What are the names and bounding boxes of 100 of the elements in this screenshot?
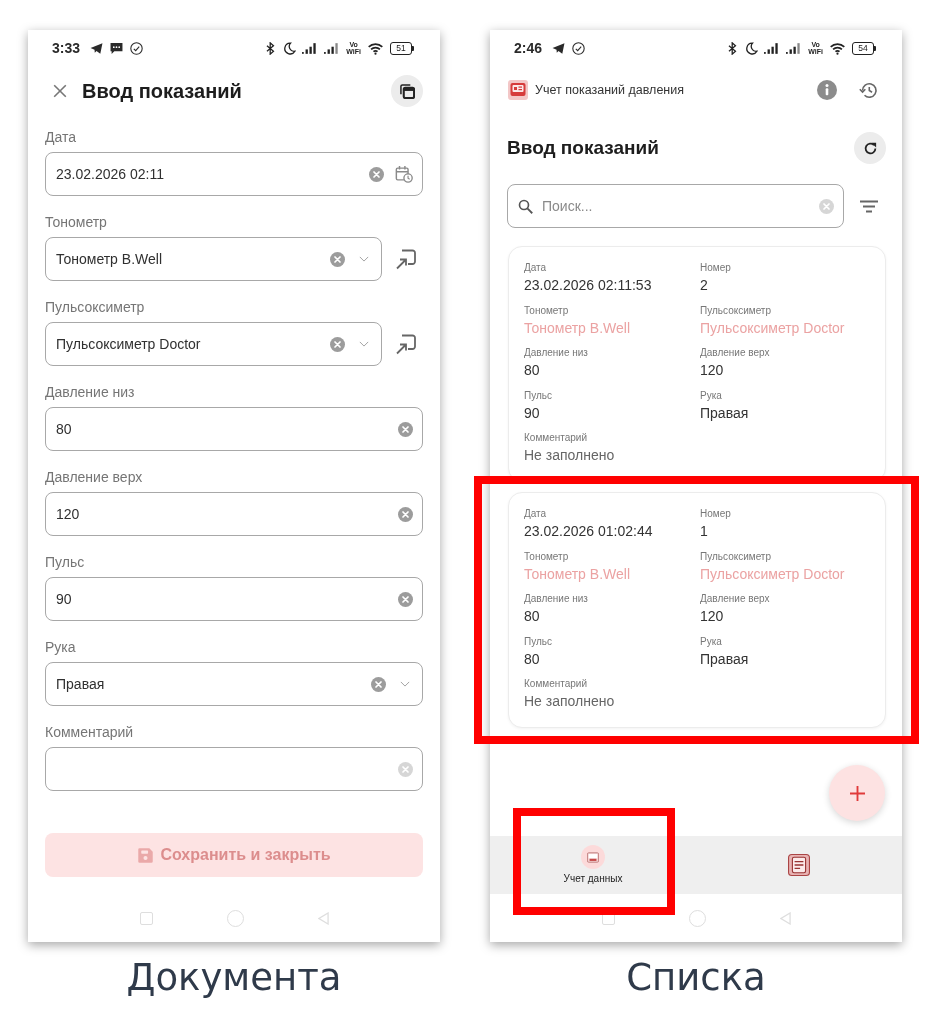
field-label: Рука bbox=[45, 638, 76, 657]
clear-icon[interactable] bbox=[371, 676, 386, 692]
signal-icon bbox=[786, 42, 803, 54]
field-label: Тонометр bbox=[45, 213, 107, 232]
moon-icon bbox=[283, 41, 297, 55]
field-label: Пульсоксиметр bbox=[45, 298, 145, 317]
check-circle-icon bbox=[572, 41, 586, 55]
card-field-value: 23.02.2026 01:02:44 bbox=[524, 522, 653, 541]
card-field-label: Пульсоксиметр bbox=[700, 549, 771, 563]
arrow-box-icon bbox=[394, 332, 418, 356]
card-field-value: Пульсоксиметр Doctor bbox=[700, 564, 845, 584]
clear-icon[interactable] bbox=[369, 166, 384, 182]
document-icon bbox=[787, 853, 811, 877]
card-field-value: 80 bbox=[524, 649, 540, 669]
arrow-box-icon bbox=[394, 247, 418, 271]
field-label: Давление верх bbox=[45, 468, 143, 487]
field-label: Комментарий bbox=[45, 723, 134, 742]
card-field-value: Не заполнено bbox=[524, 446, 615, 465]
add-button[interactable] bbox=[829, 765, 885, 821]
close-icon[interactable] bbox=[53, 84, 67, 98]
battery-indicator: 54 bbox=[852, 41, 876, 55]
input-field[interactable]: 80 bbox=[45, 407, 423, 451]
card-field-label: Тонометр bbox=[524, 549, 569, 563]
card-field-value: Правая bbox=[700, 649, 749, 669]
nav-tab[interactable]: Учет данных bbox=[490, 836, 696, 894]
screen-title: Ввод показаний bbox=[82, 79, 242, 103]
reading-card[interactable]: Дата 23.02.2026 01:02:44 Номер 1 Тонометр Тонометр B.Well Пульсоксиметр Пульсоксиметр Doctor Давление низ 80 Давление верх 120 Пульс 80 Рука Правая Комментарий Не заполнено bbox=[508, 492, 886, 728]
card-field-label: Пульс bbox=[524, 634, 552, 648]
clear-icon[interactable] bbox=[398, 761, 413, 777]
card-field-value: 2 bbox=[700, 276, 708, 295]
card-field-label: Комментарий bbox=[524, 431, 587, 444]
search-field[interactable]: Поиск... bbox=[507, 184, 844, 228]
card-field-label: Рука bbox=[700, 634, 722, 648]
clear-icon[interactable] bbox=[398, 591, 413, 607]
wifi-icon bbox=[367, 41, 384, 55]
screen-caption: Списка bbox=[626, 956, 766, 1000]
refresh-button[interactable] bbox=[854, 132, 886, 164]
history-icon[interactable] bbox=[859, 80, 878, 100]
input-field[interactable]: 90 bbox=[45, 577, 423, 621]
open-list-button[interactable] bbox=[394, 247, 418, 271]
card-field-label: Давление верх bbox=[700, 592, 770, 605]
card-field-value: 90 bbox=[524, 403, 540, 423]
card-field-value: Тонометр B.Well bbox=[524, 318, 630, 338]
app-logo-icon bbox=[508, 80, 528, 100]
chat-bubble-icon bbox=[110, 41, 124, 55]
clear-icon[interactable] bbox=[330, 251, 345, 267]
signal-icon bbox=[764, 42, 781, 54]
card-field-label: Рука bbox=[700, 388, 722, 402]
open-list-button[interactable] bbox=[394, 332, 418, 356]
filter-icon[interactable] bbox=[860, 199, 878, 213]
clear-icon[interactable] bbox=[330, 336, 345, 352]
paper-plane-icon bbox=[90, 41, 104, 55]
input-field[interactable]: 120 bbox=[45, 492, 423, 536]
screen-caption: Документа bbox=[126, 956, 342, 1000]
wifi-icon bbox=[829, 41, 846, 55]
card-field-label: Давление низ bbox=[524, 346, 588, 359]
card-field-value: Пульсоксиметр Doctor bbox=[700, 318, 845, 338]
card-field-label: Тонометр bbox=[524, 303, 569, 317]
card-field-value: Правая bbox=[700, 403, 749, 423]
card-field-label: Давление низ bbox=[524, 592, 588, 605]
card-field-label: Пульсоксиметр bbox=[700, 303, 771, 317]
chevron-down-icon[interactable] bbox=[400, 681, 410, 687]
card-field-label: Дата bbox=[524, 261, 547, 274]
status-time: 3:33 bbox=[52, 40, 81, 56]
app-title: Учет показаний давления bbox=[535, 83, 684, 97]
date-field[interactable]: 23.02.2026 02:11 bbox=[45, 152, 423, 196]
battery-indicator: 51 bbox=[390, 41, 414, 55]
chevron-down-icon[interactable] bbox=[359, 341, 369, 347]
card-field-label: Номер bbox=[700, 507, 731, 520]
copy-icon bbox=[399, 83, 415, 99]
input-field[interactable] bbox=[45, 747, 423, 791]
card-field-value: 120 bbox=[700, 361, 724, 380]
screen-title: Ввод показаний bbox=[507, 137, 659, 159]
copy-button[interactable] bbox=[391, 75, 423, 107]
select-field[interactable]: Тонометр B.Well bbox=[45, 237, 382, 281]
clear-icon[interactable] bbox=[819, 198, 834, 214]
clear-icon[interactable] bbox=[398, 421, 413, 437]
chevron-down-icon[interactable] bbox=[359, 256, 369, 262]
card-field-label: Комментарий bbox=[524, 677, 587, 690]
select-field[interactable]: Пульсоксиметр Doctor bbox=[45, 322, 382, 366]
search-icon bbox=[518, 198, 533, 214]
paper-plane-icon bbox=[552, 41, 566, 55]
card-field-value: 120 bbox=[700, 607, 724, 626]
refresh-icon bbox=[862, 140, 878, 156]
card-field-value: 80 bbox=[524, 607, 540, 626]
card-field-value: 1 bbox=[700, 522, 708, 541]
signal-icon bbox=[324, 42, 341, 54]
card-field-value: Тонометр B.Well bbox=[524, 564, 630, 584]
plus-icon bbox=[849, 785, 865, 801]
info-icon[interactable] bbox=[817, 80, 837, 100]
monitor-icon bbox=[581, 845, 605, 869]
status-time: 2:46 bbox=[514, 40, 543, 56]
check-circle-icon bbox=[130, 41, 144, 55]
moon-icon bbox=[745, 41, 759, 55]
card-field-value: 23.02.2026 02:11:53 bbox=[524, 276, 652, 295]
select-field[interactable]: Правая bbox=[45, 662, 423, 706]
clear-icon[interactable] bbox=[398, 506, 413, 522]
calendar-clock-icon[interactable] bbox=[395, 165, 413, 183]
field-label: Дата bbox=[45, 128, 76, 147]
card-field-label: Пульс bbox=[524, 388, 552, 402]
